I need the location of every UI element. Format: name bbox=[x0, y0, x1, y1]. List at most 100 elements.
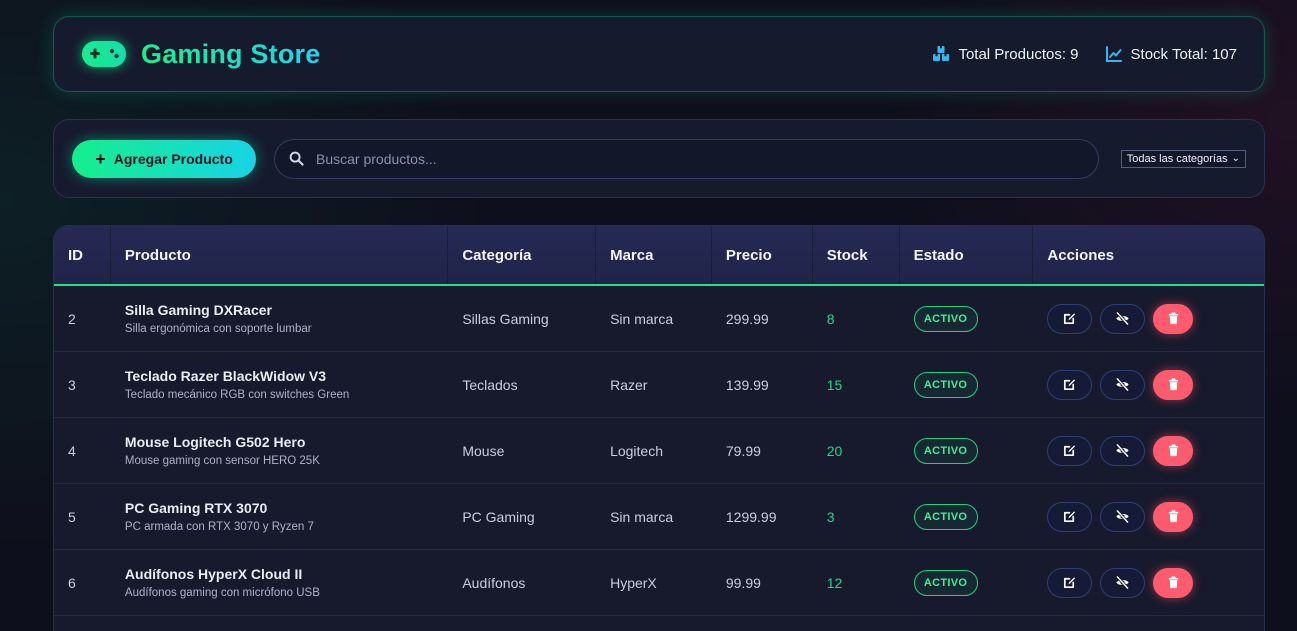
cell-brand: Logitech bbox=[610, 442, 664, 459]
status-badge: ACTIVO bbox=[913, 569, 978, 596]
total-products-text: Total Productos: 9 bbox=[958, 45, 1079, 63]
status-badge: ACTIVO bbox=[913, 305, 978, 332]
product-description: Silla ergonómica con soporte lumbar bbox=[124, 323, 312, 335]
cell-actions bbox=[1033, 484, 1264, 549]
cell-product: Teclado Razer BlackWidow V3 Teclado mecá… bbox=[111, 352, 448, 417]
eye-slash-icon bbox=[1116, 443, 1130, 458]
table-row: 6 Audífonos HyperX Cloud II Audífonos ga… bbox=[54, 550, 1264, 616]
product-name: Teclado Razer BlackWidow V3 bbox=[124, 368, 327, 384]
edit-icon bbox=[1064, 313, 1076, 325]
cell-actions bbox=[1033, 352, 1264, 417]
cell-id: 5 bbox=[68, 508, 76, 525]
table-row: 4 Mouse Logitech G502 Hero Mouse gaming … bbox=[54, 418, 1264, 484]
cell-state: ACTIVO bbox=[900, 418, 1034, 483]
edit-icon bbox=[1064, 511, 1076, 523]
gamepad-icon bbox=[82, 41, 126, 67]
app-title: Gaming Store bbox=[141, 38, 321, 69]
table-row: 5 PC Gaming RTX 3070 PC armada con RTX 3… bbox=[54, 484, 1264, 550]
cell-category: PC Gaming bbox=[462, 508, 535, 525]
header-state[interactable]: Estado bbox=[900, 226, 1034, 284]
row-actions bbox=[1047, 435, 1194, 466]
hide-button[interactable] bbox=[1100, 369, 1146, 400]
delete-button[interactable] bbox=[1153, 501, 1194, 532]
header-brand[interactable]: Marca bbox=[596, 226, 712, 284]
cell-actions bbox=[1033, 286, 1264, 351]
app-header: Gaming Store Total Productos: 9 Stock To… bbox=[53, 16, 1265, 92]
status-badge: ACTIVO bbox=[913, 503, 978, 530]
hide-button[interactable] bbox=[1100, 303, 1146, 334]
edit-button[interactable] bbox=[1047, 369, 1093, 400]
chevron-down-icon: ⌄ bbox=[1231, 153, 1240, 164]
hide-button[interactable] bbox=[1100, 567, 1146, 598]
cell-price: 79.99 bbox=[725, 442, 761, 459]
eye-slash-icon bbox=[1116, 575, 1130, 590]
cell-product: Mouse Logitech G502 Hero Mouse gaming co… bbox=[111, 418, 448, 483]
status-badge: ACTIVO bbox=[913, 371, 978, 398]
cell-stock: 3 bbox=[826, 508, 835, 525]
table-row: 2 Silla Gaming DXRacer Silla ergonómica … bbox=[54, 286, 1264, 352]
edit-icon bbox=[1064, 577, 1076, 589]
hide-button[interactable] bbox=[1100, 435, 1146, 466]
cell-category: Sillas Gaming bbox=[462, 310, 549, 327]
cell-actions bbox=[1033, 550, 1264, 615]
product-name: Silla Gaming DXRacer bbox=[124, 302, 272, 318]
add-product-label: Agregar Producto bbox=[113, 150, 233, 167]
brand: Gaming Store bbox=[81, 39, 320, 70]
cell-category: Audífonos bbox=[462, 574, 526, 591]
header-stock[interactable]: Stock bbox=[813, 226, 900, 284]
header-id[interactable]: ID bbox=[54, 226, 111, 284]
row-actions bbox=[1047, 303, 1194, 334]
edit-button[interactable] bbox=[1047, 567, 1093, 598]
cell-id: 3 bbox=[68, 376, 76, 393]
row-actions bbox=[1047, 369, 1194, 400]
search-icon bbox=[289, 151, 304, 166]
cell-actions bbox=[1033, 418, 1264, 483]
trash-icon bbox=[1168, 510, 1179, 523]
cell-id: 6 bbox=[68, 574, 76, 591]
edit-button[interactable] bbox=[1047, 435, 1093, 466]
cell-category: Teclados bbox=[462, 376, 518, 393]
cell-brand: Razer bbox=[610, 376, 648, 393]
status-badge: ACTIVO bbox=[913, 437, 978, 464]
product-description: Audífonos gaming con micrófono USB bbox=[124, 587, 320, 599]
hide-button[interactable] bbox=[1100, 501, 1146, 532]
delete-button[interactable] bbox=[1153, 567, 1194, 598]
trash-icon bbox=[1168, 312, 1179, 325]
header-actions: Acciones bbox=[1047, 246, 1115, 264]
product-name: Mouse Logitech G502 Hero bbox=[124, 434, 306, 450]
cell-product: Audífonos HyperX Cloud II Audífonos gami… bbox=[111, 550, 448, 615]
cell-price: 139.99 bbox=[725, 376, 769, 393]
cell-stock: 8 bbox=[826, 310, 835, 327]
trash-icon bbox=[1168, 378, 1179, 391]
edit-button[interactable] bbox=[1047, 501, 1093, 532]
eye-slash-icon bbox=[1116, 509, 1130, 524]
cell-product: PC Gaming RTX 3070 PC armada con RTX 307… bbox=[111, 484, 448, 549]
row-actions bbox=[1047, 501, 1194, 532]
search-input[interactable] bbox=[316, 150, 1084, 167]
boxes-icon bbox=[933, 46, 950, 61]
edit-icon bbox=[1064, 379, 1076, 391]
delete-button[interactable] bbox=[1153, 369, 1194, 400]
eye-slash-icon bbox=[1116, 377, 1130, 392]
cell-state: ACTIVO bbox=[900, 550, 1034, 615]
header-category[interactable]: Categoría bbox=[448, 226, 597, 284]
cell-stock: 15 bbox=[826, 376, 843, 393]
trash-icon bbox=[1168, 444, 1179, 457]
add-product-button[interactable]: + Agregar Producto bbox=[72, 139, 256, 178]
product-description: Teclado mecánico RGB con switches Green bbox=[124, 389, 350, 401]
delete-button[interactable] bbox=[1153, 435, 1194, 466]
header-price[interactable]: Precio bbox=[712, 226, 813, 284]
cell-state: ACTIVO bbox=[900, 484, 1034, 549]
edit-button[interactable] bbox=[1047, 303, 1093, 334]
header-stats: Total Productos: 9 Stock Total: 107 bbox=[932, 45, 1237, 63]
product-name: Audífonos HyperX Cloud II bbox=[124, 566, 303, 582]
line-chart-icon bbox=[1105, 46, 1122, 62]
table-row: 3 Teclado Razer BlackWidow V3 Teclado me… bbox=[54, 352, 1264, 418]
edit-icon bbox=[1064, 445, 1076, 457]
delete-button[interactable] bbox=[1153, 303, 1194, 334]
header-product[interactable]: Producto bbox=[111, 226, 449, 284]
product-name: PC Gaming RTX 3070 bbox=[124, 500, 268, 516]
trash-icon bbox=[1168, 576, 1179, 589]
category-select[interactable]: Todas las categorías ⌄ bbox=[1120, 149, 1246, 168]
product-description: Mouse gaming con sensor HERO 25K bbox=[124, 455, 320, 467]
